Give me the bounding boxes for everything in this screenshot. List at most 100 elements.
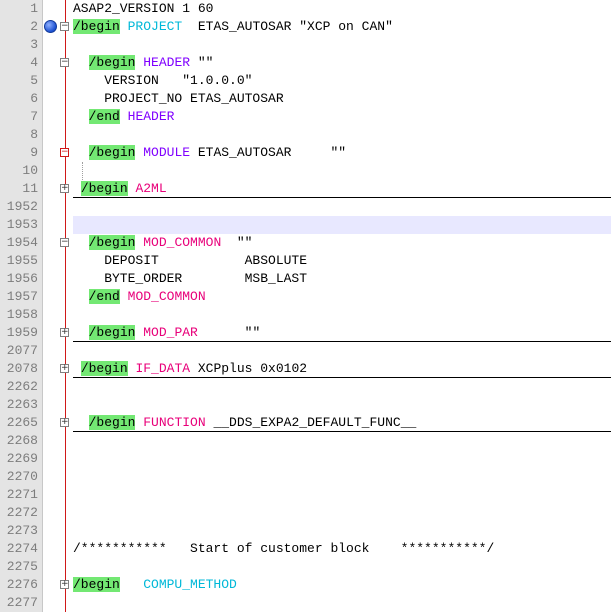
code-line[interactable]: 1952 <box>0 198 611 216</box>
code-text: /begin MODULE ETAS_AUTOSAR "" <box>73 144 346 162</box>
code-text: /begin COMPU_METHOD <box>73 576 237 594</box>
code-line[interactable]: 1 ASAP2_VERSION 1 60 <box>0 0 611 18</box>
code-text: ASAP2_VERSION 1 60 <box>73 0 213 18</box>
code-line[interactable]: 2 −/begin PROJECT ETAS_AUTOSAR "XCP on CA… <box>0 18 611 36</box>
keyword-highlight: /begin <box>73 19 120 34</box>
syntax-keyword: FUNCTION <box>143 415 206 430</box>
code-line[interactable]: 2262 <box>0 378 611 396</box>
code-text: /begin A2ML <box>73 180 167 198</box>
fold-collapse-icon[interactable]: − <box>60 22 69 31</box>
keyword-highlight: /begin <box>80 181 128 196</box>
line-number: 1959 <box>6 325 38 340</box>
code-line[interactable]: 5 VERSION "1.0.0.0" <box>0 72 611 90</box>
line-number: 1958 <box>6 307 38 322</box>
code-line[interactable]: 1955 DEPOSIT ABSOLUTE <box>0 252 611 270</box>
syntax-keyword: A2ML <box>135 181 167 196</box>
code-token: "" <box>221 235 253 250</box>
code-line[interactable]: 2272 <box>0 504 611 522</box>
fold-expand-icon[interactable]: + <box>60 364 69 373</box>
code-line[interactable]: 2269 <box>0 450 611 468</box>
code-text: /begin MOD_PAR "" <box>73 324 260 342</box>
code-line[interactable]: 2263 <box>0 396 611 414</box>
line-number: 2262 <box>6 379 38 394</box>
code-line[interactable]: 1954 − /begin MOD_COMMON "" <box>0 234 611 252</box>
code-line[interactable]: 4 − /begin HEADER "" <box>0 54 611 72</box>
code-line[interactable]: 1953 <box>0 216 611 234</box>
code-text: /end MOD_COMMON <box>73 288 206 306</box>
line-number: 1952 <box>6 199 38 214</box>
fold-collapse-icon[interactable]: − <box>60 58 69 67</box>
line-number: 2272 <box>6 505 38 520</box>
line-number: 11 <box>22 181 38 196</box>
line-number: 1957 <box>6 289 38 304</box>
code-text: /begin PROJECT ETAS_AUTOSAR "XCP on CAN" <box>73 18 393 36</box>
line-number: 2277 <box>6 595 38 610</box>
code-line[interactable]: 2273 <box>0 522 611 540</box>
code-editor[interactable]: 1 ASAP2_VERSION 1 60 2−/begin PROJECT ETAS… <box>0 0 611 612</box>
line-number: 2276 <box>6 577 38 592</box>
code-line[interactable]: 1956 BYTE_ORDER MSB_LAST <box>0 270 611 288</box>
syntax-keyword: MODULE <box>143 145 191 160</box>
code-line[interactable]: 7 /end HEADER <box>0 108 611 126</box>
fold-collapse-icon[interactable]: − <box>60 148 69 157</box>
code-line[interactable]: 2275 <box>0 558 611 576</box>
code-line[interactable]: 10 <box>0 162 611 180</box>
code-line[interactable]: 11 + /begin A2ML <box>0 180 611 198</box>
code-text: /end HEADER <box>73 108 174 126</box>
code-line[interactable]: 2265 + /begin FUNCTION __DDS_EXPA2_DEFAUL… <box>0 414 611 432</box>
line-number: 1 <box>30 1 38 16</box>
line-number: 2077 <box>6 343 38 358</box>
line-number: 1955 <box>6 253 38 268</box>
line-number: 2 <box>30 19 38 34</box>
line-number: 7 <box>30 109 38 124</box>
fold-expand-icon[interactable]: + <box>60 328 69 337</box>
code-text: DEPOSIT ABSOLUTE <box>73 252 307 270</box>
keyword-highlight: /begin <box>73 577 120 592</box>
fold-expand-icon[interactable]: + <box>60 184 69 193</box>
fold-expand-icon[interactable]: + <box>60 418 69 427</box>
fold-collapse-icon[interactable]: − <box>60 238 69 247</box>
line-number: 10 <box>22 163 38 178</box>
code-token: ETAS_AUTOSAR "" <box>190 145 347 160</box>
code-line[interactable]: 9 − /begin MODULE ETAS_AUTOSAR "" <box>0 144 611 162</box>
code-line[interactable]: 3 <box>0 36 611 54</box>
code-token: /*********** Start of customer block ***… <box>73 541 495 556</box>
keyword-highlight: /end <box>88 109 120 124</box>
line-number: 2273 <box>6 523 38 538</box>
code-token: VERSION "1.0.0.0" <box>73 73 253 88</box>
bookmark-icon[interactable] <box>44 20 57 33</box>
code-line[interactable]: 2077 <box>0 342 611 360</box>
code-line[interactable]: 2274 /*********** Start of customer block… <box>0 540 611 558</box>
syntax-keyword: HEADER <box>143 55 191 70</box>
line-number: 2274 <box>6 541 38 556</box>
code-line[interactable]: 8 <box>0 126 611 144</box>
code-line[interactable]: 1958 <box>0 306 611 324</box>
line-number: 2265 <box>6 415 38 430</box>
line-number: 4 <box>30 55 38 70</box>
fold-expand-icon[interactable]: + <box>60 580 69 589</box>
code-line[interactable]: 1957 /end MOD_COMMON <box>0 288 611 306</box>
keyword-highlight: /begin <box>88 325 136 340</box>
code-line[interactable]: 2268 <box>0 432 611 450</box>
code-line[interactable]: 2277 <box>0 594 611 612</box>
line-number: 2269 <box>6 451 38 466</box>
code-line[interactable]: 1959 + /begin MOD_PAR "" <box>0 324 611 342</box>
code-text: /begin IF_DATA XCPplus 0x0102 <box>73 360 307 378</box>
code-line[interactable]: 2078 + /begin IF_DATA XCPplus 0x0102 <box>0 360 611 378</box>
code-text: /*********** Start of customer block ***… <box>73 540 494 558</box>
line-number: 3 <box>30 37 38 52</box>
code-line[interactable]: 6 PROJECT_NO ETAS_AUTOSAR <box>0 90 611 108</box>
line-number: 8 <box>30 127 38 142</box>
code-text: VERSION "1.0.0.0" <box>73 72 252 90</box>
code-line[interactable]: 2271 <box>0 486 611 504</box>
line-number: 2078 <box>6 361 38 376</box>
code-line[interactable]: 2270 <box>0 468 611 486</box>
code-line[interactable]: 2276 + /begin COMPU_METHOD <box>0 576 611 594</box>
code-token: ASAP2_VERSION 1 60 <box>73 1 214 16</box>
keyword-highlight: /begin <box>80 361 128 376</box>
